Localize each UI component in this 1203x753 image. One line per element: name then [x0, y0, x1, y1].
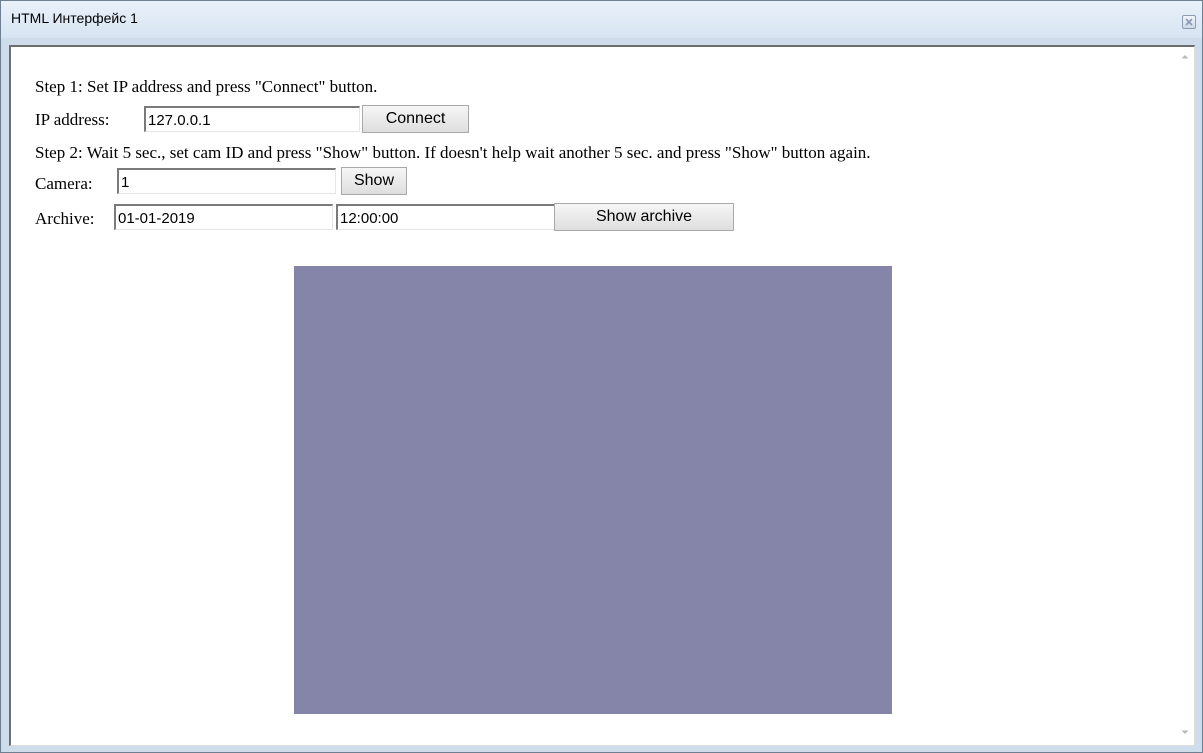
scroll-up-button[interactable] [1176, 49, 1194, 67]
scroll-down-button[interactable] [1176, 725, 1194, 743]
page-viewport: Step 1: Set IP address and press "Connec… [9, 45, 1195, 746]
ip-address-label: IP address: [35, 110, 110, 129]
camera-label: Camera: [35, 174, 93, 193]
archive-label: Archive: [35, 209, 95, 228]
browser-window: HTML Интерфейс 1 Step 1: Set IP address … [0, 0, 1203, 753]
archive-time-input[interactable] [336, 204, 555, 230]
archive-date-input[interactable] [114, 204, 333, 230]
chevron-up-icon [1181, 55, 1189, 59]
vertical-scrollbar[interactable] [1176, 47, 1194, 745]
connect-button[interactable]: Connect [362, 105, 469, 133]
camera-id-input[interactable] [117, 168, 336, 194]
chevron-down-icon [1181, 730, 1189, 734]
close-icon [1185, 18, 1193, 26]
camera-video-view[interactable] [294, 266, 892, 714]
title-bar: HTML Интерфейс 1 [1, 1, 1202, 38]
ip-address-input[interactable] [144, 106, 360, 132]
step2-instructions: Step 2: Wait 5 sec., set cam ID and pres… [35, 143, 871, 162]
show-button[interactable]: Show [341, 167, 407, 195]
window-title: HTML Интерфейс 1 [11, 10, 138, 26]
close-button[interactable] [1182, 15, 1196, 29]
show-archive-button[interactable]: Show archive [554, 203, 734, 231]
page-content: Step 1: Set IP address and press "Connec… [11, 47, 1176, 745]
step1-instructions: Step 1: Set IP address and press "Connec… [35, 77, 378, 96]
